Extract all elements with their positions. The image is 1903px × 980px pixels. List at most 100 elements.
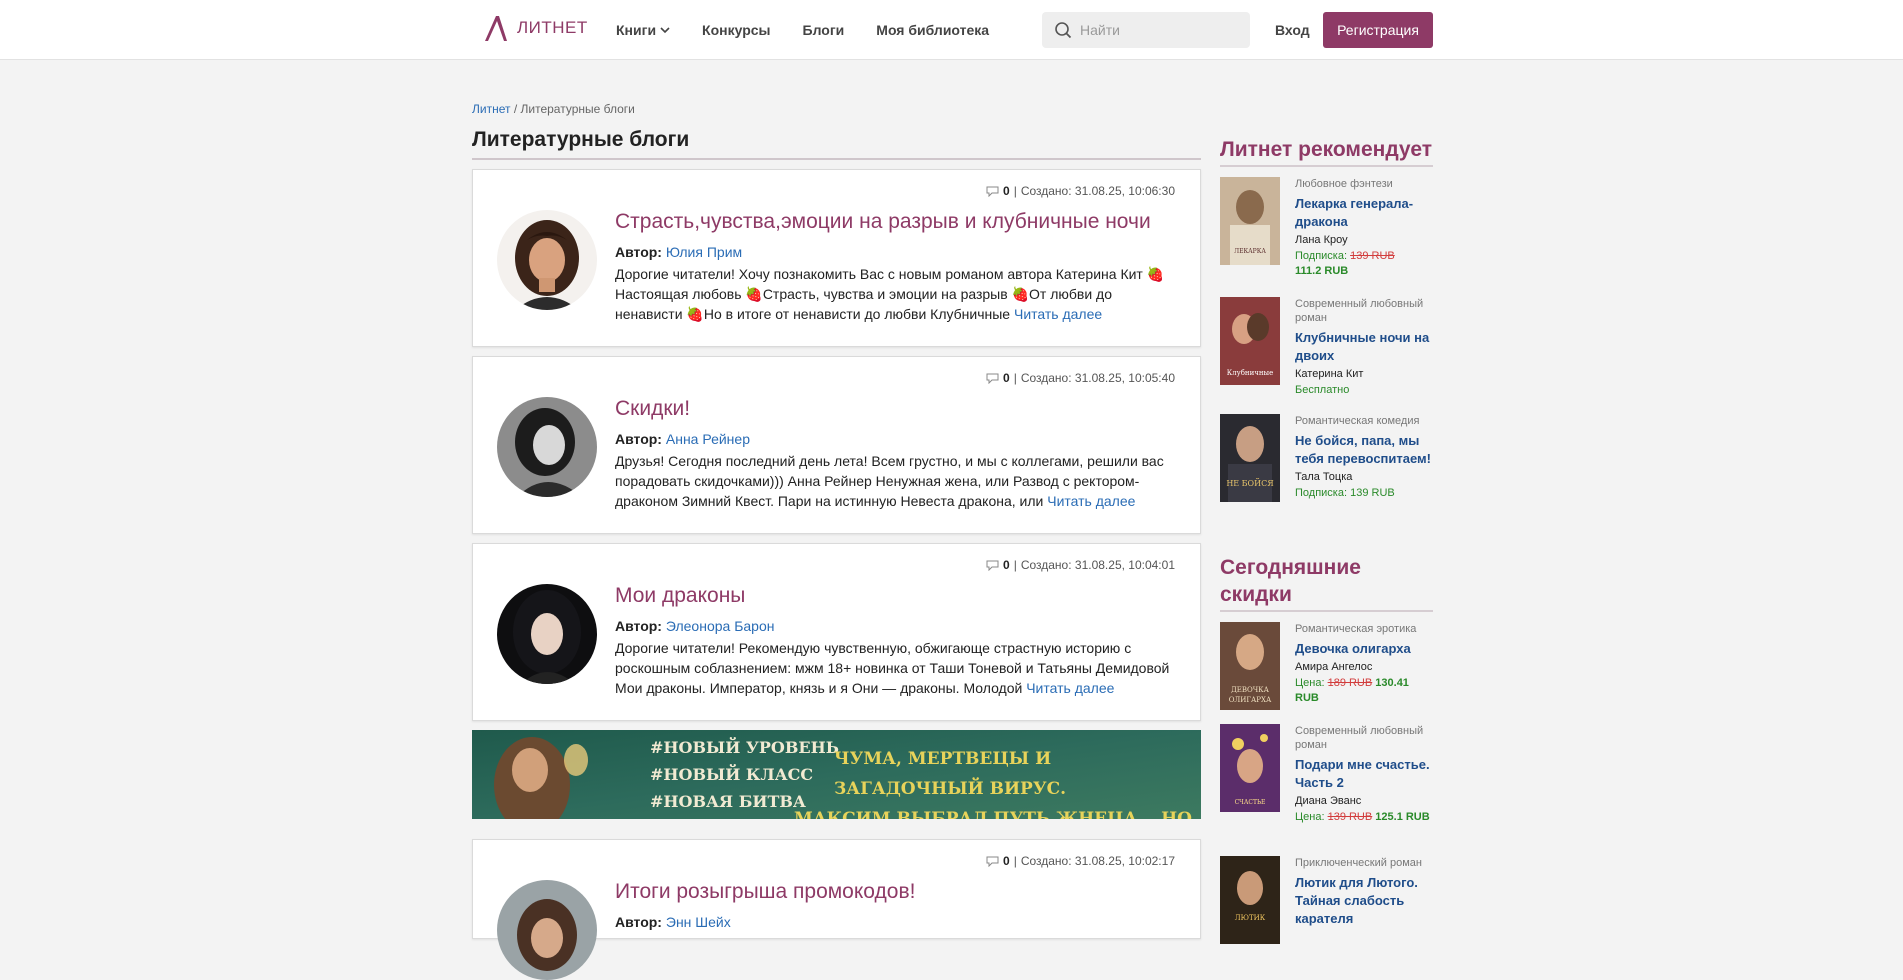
book-cover[interactable]: ДЕВОЧКА ОЛИГАРХА — [1220, 622, 1280, 710]
comment-count[interactable]: 0 — [1003, 854, 1010, 868]
nav-blogs[interactable]: Блоги — [803, 22, 845, 38]
read-more-link[interactable]: Читать далее — [1026, 680, 1114, 696]
author-link[interactable]: Юлия Прим — [666, 244, 742, 260]
book-title[interactable]: Не бойся, папа, мы тебя перевоспитаем! — [1295, 432, 1433, 468]
search-icon[interactable] — [1054, 21, 1072, 39]
book-genre: Современный любовный роман — [1295, 298, 1424, 324]
post-author: Автор: Элеонора Барон — [615, 618, 1180, 634]
book-card[interactable]: ДЕВОЧКА ОЛИГАРХА Романтическая эротика Де… — [1220, 622, 1433, 710]
avatar[interactable] — [497, 210, 597, 310]
post-title[interactable]: Итоги розыгрыша промокодов! — [615, 880, 1180, 904]
nav-books[interactable]: Книги — [616, 22, 670, 38]
book-author[interactable]: Тала Тоцка — [1295, 471, 1433, 483]
post-meta: 0 | Создано: 31.08.25, 10:05:40 — [986, 371, 1175, 385]
svg-text:СЧАСТЬЕ: СЧАСТЬЕ — [1235, 799, 1266, 806]
nav-contests[interactable]: Конкурсы — [702, 22, 770, 38]
author-label: Автор: — [615, 431, 662, 447]
author-label: Автор: — [615, 244, 662, 260]
logo-mark-icon — [485, 16, 507, 41]
comment-icon — [986, 856, 999, 867]
top-navbar: ЛИТНЕТ Книги Конкурсы Блоги Моя библиоте… — [0, 0, 1903, 60]
book-title[interactable]: Девочка олигарха — [1295, 640, 1433, 658]
book-author[interactable]: Катерина Кит — [1295, 368, 1433, 380]
book-info: Приключенческий роман Лютик для Лютого. … — [1295, 856, 1433, 944]
svg-text:Клубничные: Клубничные — [1227, 369, 1274, 377]
old-price: 139 RUB — [1327, 811, 1373, 823]
book-cover[interactable]: СЧАСТЬЕ — [1220, 724, 1280, 812]
old-price: 189 RUB — [1327, 677, 1373, 689]
book-author[interactable]: Лана Кроу — [1295, 234, 1433, 246]
book-card[interactable]: НЕ БОЙСЯ Романтическая комедия Не бойся,… — [1220, 414, 1433, 502]
meta-divider: | — [1013, 558, 1017, 572]
book-title[interactable]: Лекарка генерала-дракона — [1295, 195, 1433, 231]
book-author[interactable]: Диана Эванс — [1295, 795, 1433, 807]
post-created: Создано: 31.08.25, 10:05:40 — [1020, 371, 1175, 385]
price-label: Подписка: — [1295, 250, 1348, 262]
post-excerpt: Дорогие читатели! Рекомендую чувственную… — [615, 638, 1180, 698]
breadcrumb-home[interactable]: Литнет — [472, 102, 510, 116]
comment-icon — [986, 560, 999, 571]
svg-text:ОЛИГАРХА: ОЛИГАРХА — [1229, 696, 1272, 704]
avatar[interactable] — [497, 584, 597, 684]
book-cover[interactable]: НЕ БОЙСЯ — [1220, 414, 1280, 502]
post-author: Автор: Энн Шейх — [615, 914, 1180, 930]
post-author: Автор: Юлия Прим — [615, 244, 1180, 260]
comment-count[interactable]: 0 — [1003, 558, 1010, 572]
price-label: Цена: — [1295, 811, 1325, 823]
book-price: Подписка: 139 RUB 111.2 RUB — [1295, 249, 1433, 279]
book-card[interactable]: Клубничные Современный любовный роман Кл… — [1220, 297, 1433, 398]
book-card[interactable]: ЛЮТИК Приключенческий роман Лютик для Лю… — [1220, 856, 1433, 944]
author-label: Автор: — [615, 618, 662, 634]
discounts-title: Сегодняшние скидки — [1220, 554, 1433, 612]
book-cover[interactable]: Клубничные — [1220, 297, 1280, 385]
meta-divider: | — [1013, 854, 1017, 868]
post-title[interactable]: Страсть,чувства,эмоции на разрыв и клубн… — [615, 210, 1180, 234]
promo-banner[interactable]: #НОВЫЙ УРОВЕНЬ #НОВЫЙ КЛАСС #НОВАЯ БИТВА… — [472, 730, 1201, 819]
post-title[interactable]: Скидки! — [615, 397, 1180, 421]
book-cover[interactable]: ЛЕКАРКА — [1220, 177, 1280, 265]
author-link[interactable]: Анна Рейнер — [666, 431, 750, 447]
comment-count[interactable]: 0 — [1003, 184, 1010, 198]
book-cover[interactable]: ЛЮТИК — [1220, 856, 1280, 944]
blog-post: 0 | Создано: 31.08.25, 10:04:01 Мои драк… — [472, 543, 1201, 721]
book-title[interactable]: Лютик для Лютого. Тайная слабость карате… — [1295, 874, 1433, 928]
book-title[interactable]: Подари мне счастье. Часть 2 — [1295, 756, 1433, 792]
banner-right-line: ЧУМА, МЕРТВЕЦЫ И ЗАГАДОЧНЫЙ ВИРУС. — [834, 749, 1067, 799]
comment-icon — [986, 373, 999, 384]
read-more-link[interactable]: Читать далее — [1047, 493, 1135, 509]
litnet-logo[interactable]: ЛИТНЕТ — [483, 14, 588, 42]
author-link[interactable]: Элеонора Барон — [666, 618, 775, 634]
search-input[interactable] — [1080, 22, 1240, 38]
login-link[interactable]: Вход — [1275, 22, 1310, 38]
book-card[interactable]: СЧАСТЬЕ Современный любовный роман Подар… — [1220, 724, 1433, 825]
book-info: Романтическая комедия Не бойся, папа, мы… — [1295, 414, 1433, 502]
blog-post: 0 | Создано: 31.08.25, 10:05:40 Скидки! … — [472, 356, 1201, 534]
post-created: Создано: 31.08.25, 10:06:30 — [1020, 184, 1175, 198]
post-meta: 0 | Создано: 31.08.25, 10:06:30 — [986, 184, 1175, 198]
avatar[interactable] — [497, 397, 597, 497]
breadcrumb-separator: / — [513, 102, 518, 116]
comment-count[interactable]: 0 — [1003, 371, 1010, 385]
breadcrumb: Литнет / Литературные блоги — [472, 102, 635, 116]
book-card[interactable]: ЛЕКАРКА Любовное фэнтези Лекарка генерал… — [1220, 177, 1433, 279]
read-more-link[interactable]: Читать далее — [1014, 306, 1102, 322]
register-button[interactable]: Регистрация — [1323, 12, 1433, 48]
book-author[interactable]: Амира Ангелос — [1295, 661, 1433, 673]
old-price: 139 RUB — [1350, 250, 1395, 262]
book-genre: Романтическая комедия — [1295, 415, 1420, 427]
price-label: Подписка: 139 RUB — [1295, 487, 1395, 499]
nav-my-library[interactable]: Моя библиотека — [876, 22, 989, 38]
post-excerpt: Друзья! Сегодня последний день лета! Все… — [615, 451, 1180, 511]
meta-divider: | — [1013, 371, 1017, 385]
blog-post: 0 | Создано: 31.08.25, 10:06:30 Страсть,… — [472, 169, 1201, 347]
author-label: Автор: — [615, 914, 662, 930]
post-title[interactable]: Мои драконы — [615, 584, 1180, 608]
nav-books-label: Книги — [616, 22, 657, 38]
author-link[interactable]: Энн Шейх — [666, 914, 731, 930]
svg-text:НЕ БОЙСЯ: НЕ БОЙСЯ — [1226, 479, 1274, 488]
book-title[interactable]: Клубничные ночи на двоих — [1295, 329, 1433, 365]
book-genre: Любовное фэнтези — [1295, 178, 1393, 190]
avatar[interactable] — [497, 880, 597, 980]
new-price: 111.2 RUB — [1295, 265, 1349, 277]
book-info: Современный любовный роман Подари мне сч… — [1295, 724, 1433, 825]
